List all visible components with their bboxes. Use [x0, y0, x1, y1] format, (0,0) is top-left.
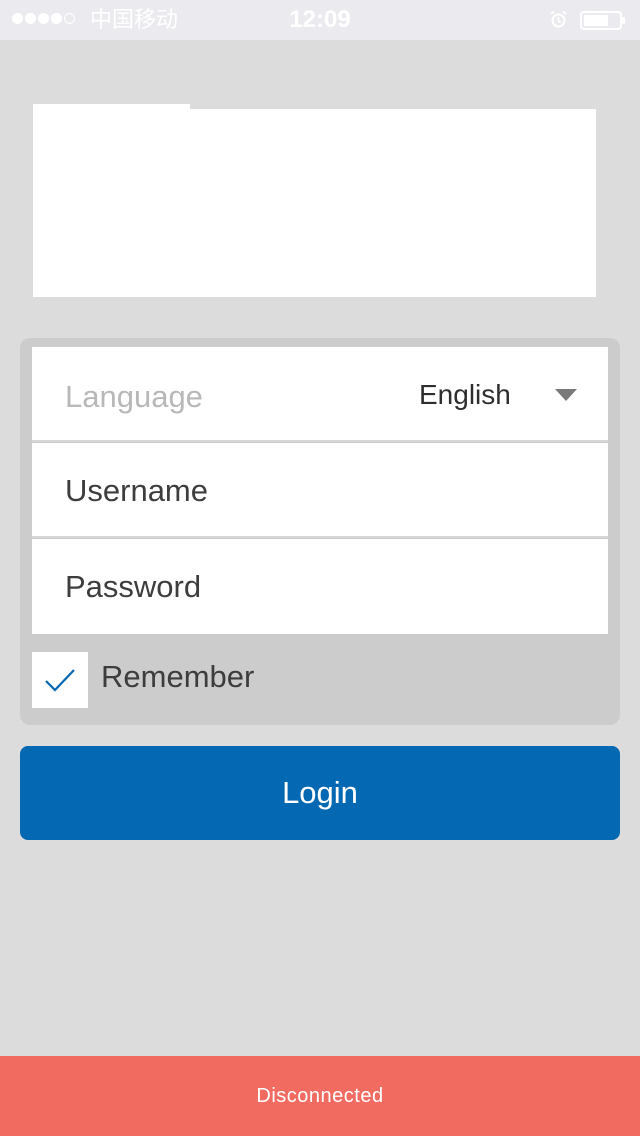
remember-checkbox[interactable] — [32, 652, 88, 708]
username-field[interactable]: Username — [32, 443, 608, 538]
checkmark-icon — [45, 669, 75, 692]
remember-label[interactable]: Remember — [101, 657, 254, 697]
login-button[interactable]: Login — [20, 746, 620, 840]
status-time: 12:09 — [289, 6, 351, 33]
language-label: Language — [65, 379, 203, 414]
status-bar: 中国移动 12:09 — [0, 0, 640, 40]
language-value[interactable]: English — [419, 347, 511, 442]
chevron-down-icon[interactable] — [555, 389, 577, 401]
alarm-icon — [550, 10, 567, 28]
language-selector[interactable]: Language English — [32, 347, 608, 442]
password-field[interactable]: Password — [32, 539, 608, 634]
logo-image — [33, 109, 596, 297]
battery-icon — [580, 11, 625, 30]
password-placeholder: Password — [65, 569, 202, 604]
username-placeholder: Username — [65, 473, 208, 508]
connection-status-banner: Disconnected — [0, 1056, 640, 1136]
